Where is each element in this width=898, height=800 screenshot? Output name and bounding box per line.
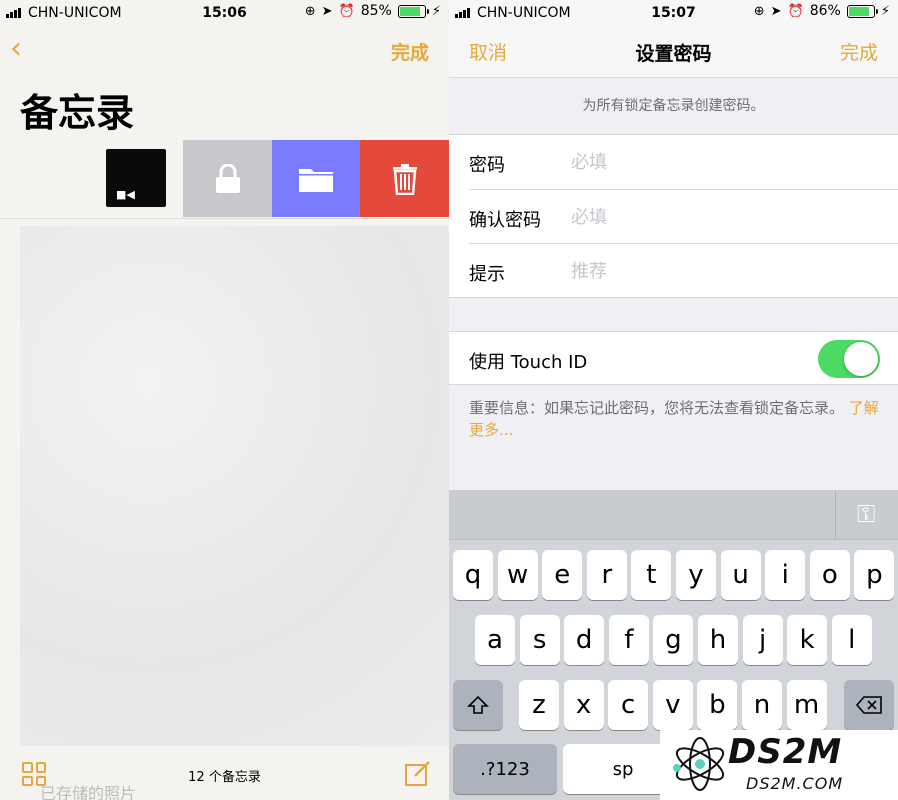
key-v[interactable]: v — [652, 680, 693, 730]
key-c[interactable]: c — [608, 680, 649, 730]
ghost-text: 已存储的照片 — [40, 784, 137, 800]
folder-icon — [299, 168, 333, 192]
section-header: 为所有锁定备忘录创建密码。 — [582, 98, 765, 114]
key-u[interactable]: u — [720, 550, 761, 600]
lock-note-button[interactable] — [183, 140, 272, 217]
backspace-key[interactable] — [844, 680, 894, 730]
navigation-bar: 取消 设置密码 完成 — [449, 26, 898, 78]
battery-percent: 85% — [360, 3, 392, 19]
charging-icon: ⚡ — [431, 3, 441, 19]
key-r[interactable]: r — [586, 550, 627, 600]
numbers-key[interactable]: .?123 — [453, 744, 557, 794]
alarm-icon: ⏰ — [787, 3, 804, 19]
blurred-content — [20, 226, 449, 746]
page-title: 设置密码 — [635, 43, 712, 65]
key-e[interactable]: e — [542, 550, 583, 600]
page-title: 备忘录 — [20, 91, 135, 135]
battery-percent: 86% — [809, 3, 841, 19]
charging-icon: ⚡ — [880, 3, 890, 19]
done-button[interactable]: 完成 — [391, 38, 429, 65]
key-f[interactable]: f — [608, 615, 649, 665]
move-note-button[interactable] — [272, 140, 360, 217]
shift-icon — [467, 695, 489, 714]
keyboard: ⚿ qwertyuiopasdfghjklzxcvbnm .?123 sp DS… — [449, 490, 898, 800]
divider — [0, 218, 449, 219]
key-k[interactable]: k — [787, 615, 828, 665]
key-x[interactable]: x — [563, 680, 604, 730]
key-y[interactable]: y — [676, 550, 716, 600]
trash-icon — [392, 163, 417, 195]
status-bar: CHN-UNICOM 15:06 ⊕ ➤ ⏰ 85% ⚡ — [0, 0, 449, 26]
key-a[interactable]: a — [475, 615, 515, 665]
password-field[interactable] — [571, 147, 871, 177]
key-o[interactable]: o — [809, 550, 850, 600]
watermark-subtext: DS2M.COM — [746, 774, 844, 793]
alarm-icon: ⏰ — [338, 3, 355, 19]
location-icon: ➤ — [321, 3, 333, 19]
battery-icon — [846, 4, 878, 18]
password-form: 密码 确认密码 提示 — [449, 134, 898, 298]
backspace-icon — [855, 696, 882, 714]
key-icon[interactable]: ⚿ — [857, 500, 875, 528]
video-thumbnail[interactable]: ■◀ — [106, 149, 166, 207]
touch-id-label: 使用 Touch ID — [469, 352, 588, 373]
lock-icon — [215, 163, 240, 193]
key-b[interactable]: b — [697, 680, 738, 730]
hint-label: 提示 — [469, 264, 505, 285]
watermark-text: DS2M — [728, 732, 843, 772]
key-j[interactable]: j — [742, 615, 783, 665]
divider — [835, 490, 836, 540]
footnote: 重要信息：如果忘记此密码，您将无法查看锁定备忘录。 了解更多... — [469, 397, 884, 441]
key-n[interactable]: n — [742, 680, 782, 730]
key-z[interactable]: z — [519, 680, 559, 730]
back-chevron-icon[interactable]: ‹ — [10, 34, 22, 64]
key-d[interactable]: d — [564, 615, 605, 665]
status-bar: CHN-UNICOM 15:07 ⊕ ➤ ⏰ 86% ⚡ — [449, 0, 898, 26]
watermark-logo: DS2M DS2M.COM — [660, 730, 898, 800]
hint-row: 提示 — [469, 243, 898, 297]
touch-id-row: 使用 Touch ID — [449, 331, 898, 385]
confirm-password-row: 确认密码 — [469, 189, 898, 243]
notes-list-screen: CHN-UNICOM 15:06 ⊕ ➤ ⏰ 85% ⚡ ‹ 完成 备忘录 ■◀ — [0, 0, 449, 800]
password-label: 密码 — [469, 155, 505, 176]
confirm-password-label: 确认密码 — [469, 210, 541, 231]
key-p[interactable]: p — [854, 550, 895, 600]
toggle-knob — [844, 342, 878, 376]
key-l[interactable]: l — [831, 615, 872, 665]
confirm-password-field[interactable] — [571, 202, 871, 232]
hint-field[interactable] — [571, 256, 871, 286]
key-h[interactable]: h — [698, 615, 738, 665]
touch-id-toggle[interactable] — [818, 340, 880, 378]
key-q[interactable]: q — [453, 550, 493, 600]
orientation-lock-icon: ⊕ — [304, 3, 316, 19]
password-row: 密码 — [449, 135, 898, 189]
key-s[interactable]: s — [519, 615, 560, 665]
key-g[interactable]: g — [653, 615, 694, 665]
keyboard-suggestion-bar: ⚿ — [449, 490, 898, 540]
key-w[interactable]: w — [497, 550, 538, 600]
atom-icon — [673, 737, 725, 791]
footnote-text: 重要信息：如果忘记此密码，您将无法查看锁定备忘录。 — [469, 399, 845, 417]
key-t[interactable]: t — [631, 550, 672, 600]
battery-icon — [397, 4, 429, 18]
key-m[interactable]: m — [786, 680, 827, 730]
done-button[interactable]: 完成 — [840, 38, 878, 65]
shift-key[interactable] — [453, 680, 503, 730]
delete-note-button[interactable] — [360, 140, 449, 217]
video-camera-icon: ■◀ — [116, 188, 135, 201]
location-icon: ➤ — [770, 3, 782, 19]
set-password-screen: CHN-UNICOM 15:07 ⊕ ➤ ⏰ 86% ⚡ 取消 设置密码 完成 … — [449, 0, 898, 800]
key-i[interactable]: i — [765, 550, 806, 600]
compose-icon[interactable] — [405, 760, 431, 786]
orientation-lock-icon: ⊕ — [753, 3, 765, 19]
